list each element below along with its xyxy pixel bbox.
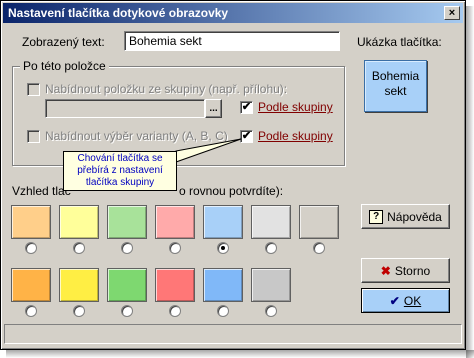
tooltip-line-3: tlačítka skupiny	[85, 177, 155, 188]
status-bar	[4, 324, 462, 344]
color-swatch[interactable]	[155, 268, 195, 302]
appearance-label-start: Vzhled tlač	[12, 184, 71, 198]
appearance-label-end: o rovnou potvrdíte):	[179, 184, 284, 198]
offer-variant-checkbox[interactable]	[27, 130, 40, 143]
color-radio[interactable]	[25, 305, 37, 317]
color-swatch[interactable]	[59, 205, 99, 239]
tooltip-line-1: Chování tlačítka se	[77, 153, 163, 164]
preview-label: Ukázka tlačítka:	[357, 35, 442, 49]
color-swatch[interactable]	[203, 268, 243, 302]
close-button[interactable]: ×	[444, 6, 460, 20]
by-group-1-label: Podle skupiny	[258, 100, 333, 114]
color-radio[interactable]	[217, 305, 229, 317]
color-swatch[interactable]	[11, 205, 51, 239]
tooltip: Chování tlačítka se přebírá z nastavení …	[63, 151, 177, 191]
color-radio[interactable]	[265, 305, 277, 317]
color-swatch[interactable]	[251, 268, 291, 302]
color-swatch[interactable]	[299, 205, 339, 239]
ok-button[interactable]: ✔ OK	[361, 288, 450, 313]
offer-item-checkbox[interactable]	[27, 83, 40, 96]
preview-line-1: Bohemia	[371, 69, 420, 83]
color-radio[interactable]	[265, 242, 277, 254]
color-radio[interactable]	[73, 305, 85, 317]
color-radio[interactable]	[217, 242, 229, 254]
cancel-button[interactable]: ✖ Storno	[361, 258, 450, 283]
item-select-field[interactable]	[45, 99, 205, 118]
offer-item-label: Nabídnout položku ze skupiny (např. příl…	[45, 82, 288, 96]
color-swatch[interactable]	[59, 268, 99, 302]
color-swatch[interactable]	[107, 268, 147, 302]
help-button[interactable]: ? Nápověda	[361, 204, 450, 229]
color-swatch[interactable]	[11, 268, 51, 302]
title-bar: Nastavení tlačítka dotykové obrazovky ×	[3, 3, 463, 23]
window-title: Nastavení tlačítka dotykové obrazovky	[8, 6, 229, 20]
color-swatch[interactable]	[107, 205, 147, 239]
cancel-label: Storno	[394, 263, 431, 278]
preview-button: Bohemia sekt	[364, 60, 427, 112]
item-group-title: Po této položce	[20, 59, 109, 73]
tooltip-line-2: přebírá z nastavení	[77, 165, 163, 176]
color-swatch[interactable]	[203, 205, 243, 239]
by-group-1-checkbox[interactable]: ✔	[240, 101, 253, 114]
color-radio[interactable]	[73, 242, 85, 254]
color-radio[interactable]	[25, 242, 37, 254]
color-radio[interactable]	[121, 305, 133, 317]
by-group-2-label: Podle skupiny	[258, 129, 333, 143]
tooltip-pointer	[175, 138, 242, 163]
color-swatch[interactable]	[155, 205, 195, 239]
color-radio[interactable]	[121, 242, 133, 254]
ok-label: OK	[403, 293, 422, 308]
help-icon: ?	[369, 209, 384, 224]
color-radio[interactable]	[169, 242, 181, 254]
color-swatch[interactable]	[251, 205, 291, 239]
browse-button[interactable]: ...	[205, 99, 222, 118]
color-radio[interactable]	[169, 305, 181, 317]
display-text-label: Zobrazený text:	[22, 35, 105, 49]
cancel-icon: ✖	[380, 263, 391, 278]
display-text-input[interactable]: Bohemia sekt	[124, 31, 340, 51]
color-radio[interactable]	[313, 242, 325, 254]
ok-icon: ✔	[389, 293, 400, 308]
preview-line-2: sekt	[384, 84, 407, 98]
help-label: Nápověda	[387, 209, 442, 224]
